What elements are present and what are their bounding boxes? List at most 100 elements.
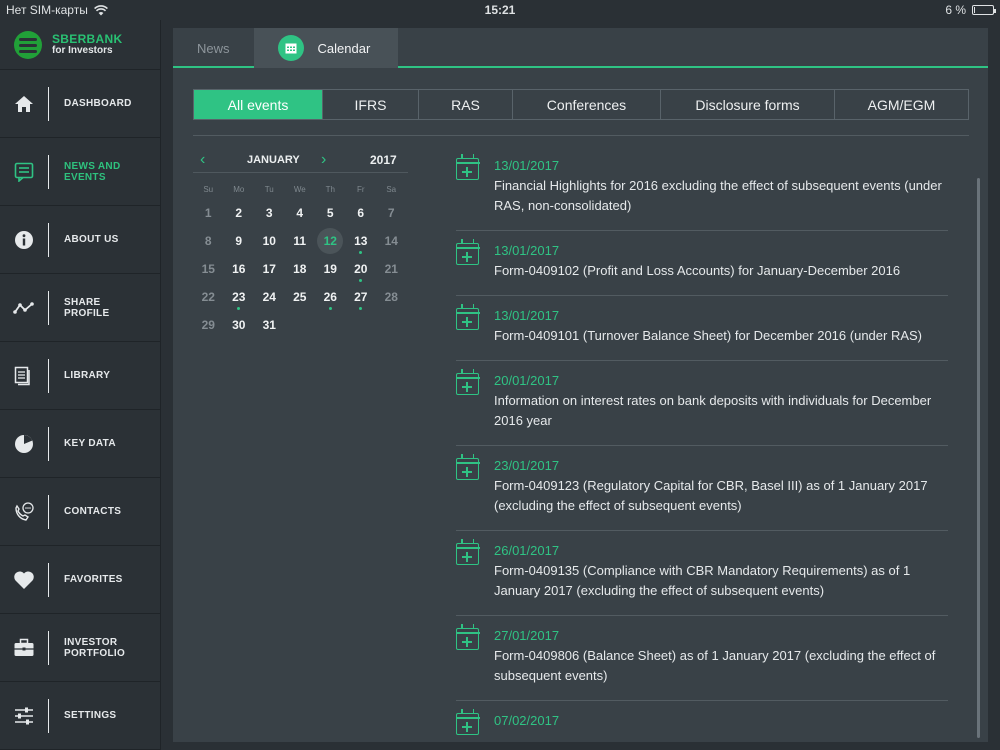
event-item[interactable]: 27/01/2017 Form-0409806 (Balance Sheet) a…	[456, 616, 948, 701]
calendar-add-icon	[456, 369, 480, 395]
calendar-day-number: 28	[384, 290, 398, 304]
pie-chart-icon	[15, 434, 33, 453]
sidebar-item-investor-portfolio[interactable]: INVESTOR PORTFOLIO	[0, 614, 160, 682]
sidebar-item-library[interactable]: LIBRARY	[0, 342, 160, 410]
calendar-day[interactable]: 23	[224, 283, 255, 311]
calendar-day-number: 22	[201, 290, 215, 304]
calendar-day[interactable]: 6	[346, 199, 377, 227]
event-item[interactable]: 26/01/2017 Form-0409135 (Compliance with …	[456, 531, 948, 616]
filter-all-events[interactable]: All events	[194, 90, 323, 119]
calendar-day[interactable]: 16	[224, 255, 255, 283]
calendar-day-number: 24	[262, 290, 276, 304]
calendar-day[interactable]: 21	[376, 255, 407, 283]
calendar-day[interactable]: 1	[193, 199, 224, 227]
sidebar-item-label: SHARE PROFILE	[64, 296, 110, 319]
calendar-day[interactable]: 18	[285, 255, 316, 283]
sidebar-item-about-us[interactable]: ABOUT US	[0, 206, 160, 274]
event-item[interactable]: 23/01/2017 Form-0409123 (Regulatory Capit…	[456, 446, 948, 531]
calendar-day-number: 29	[201, 318, 215, 332]
calendar-add-icon	[456, 624, 480, 650]
tab-calendar[interactable]: Calendar	[253, 28, 399, 68]
calendar-day[interactable]: 12	[315, 227, 346, 255]
calendar-day[interactable]: 15	[193, 255, 224, 283]
calendar-day-number: 6	[357, 206, 365, 220]
calendar-day[interactable]: 7	[376, 199, 407, 227]
calendar-day[interactable]: 26	[315, 283, 346, 311]
sidebar-item-share-profile[interactable]: SHARE PROFILE	[0, 274, 160, 342]
filter-label: AGM/EGM	[867, 96, 936, 113]
mini-calendar: ‹ JANUARY › 2017 Su Mo Tu We Th Fr Sa 1 2 3 4 5 6 7 8 9…	[193, 151, 408, 339]
event-date: 13/01/2017	[494, 243, 560, 258]
calendar-day[interactable]: 11	[285, 227, 316, 255]
calendar-day-number: 17	[262, 262, 276, 276]
top-tabs: News Calendar	[173, 28, 988, 68]
sidebar-item-contacts[interactable]: CONTACTS	[0, 478, 160, 546]
calendar-add-icon	[456, 539, 480, 565]
calendar-day[interactable]: 20	[346, 255, 377, 283]
sidebar-item-label: KEY DATA	[64, 438, 116, 449]
weekday-label: Th	[325, 185, 335, 194]
calendar-day[interactable]: 25	[285, 283, 316, 311]
main-panel: News Calendar All events IFRS RAS Confer…	[173, 28, 988, 742]
filter-label: Conferences	[546, 96, 627, 113]
calendar-day[interactable]: 2	[224, 199, 255, 227]
calendar-day[interactable]: 8	[193, 227, 224, 255]
filter-disclosure-forms[interactable]: Disclosure forms	[661, 90, 835, 119]
events-scrollbar[interactable]	[977, 148, 980, 742]
event-item[interactable]: 13/01/2017 Financial Highlights for 2016 …	[456, 146, 948, 231]
event-title: Financial Highlights for 2016 excluding …	[494, 178, 942, 213]
chart-line-icon	[13, 301, 34, 314]
event-title: Information on interest rates on bank de…	[494, 393, 932, 428]
calendar-day[interactable]: 30	[224, 311, 255, 339]
calendar-day[interactable]: 27	[346, 283, 377, 311]
event-item[interactable]: 13/01/2017 Form-0409101 (Turnover Balance…	[456, 296, 948, 361]
calendar-day[interactable]: 4	[285, 199, 316, 227]
sidebar-item-settings[interactable]: SETTINGS	[0, 682, 160, 750]
wifi-icon	[93, 4, 108, 15]
calendar-day-number: 5	[326, 206, 334, 220]
calendar-day[interactable]: 13	[346, 227, 377, 255]
calendar-day[interactable]: 31	[254, 311, 285, 339]
filter-conferences[interactable]: Conferences	[513, 90, 661, 119]
calendar-day[interactable]: 14	[376, 227, 407, 255]
sidebar-item-news-and-events[interactable]: NEWS AND EVENTS	[0, 138, 160, 206]
event-item[interactable]: 07/02/2017	[456, 701, 948, 742]
brand-text: SBERBANK for Investors	[52, 33, 122, 56]
calendar-day[interactable]: 3	[254, 199, 285, 227]
calendar-day[interactable]: 29	[193, 311, 224, 339]
sidebar-item-label: LIBRARY	[64, 370, 111, 381]
calendar-day[interactable]: 28	[376, 283, 407, 311]
event-date: 07/02/2017	[494, 713, 560, 728]
event-item[interactable]: 13/01/2017 Form-0409102 (Profit and Loss …	[456, 231, 948, 296]
calendar-day-number: 31	[262, 318, 276, 332]
calendar-header: ‹ JANUARY › 2017	[193, 151, 408, 173]
filter-ifrs[interactable]: IFRS	[323, 90, 419, 119]
home-icon	[15, 95, 33, 112]
calendar-day-number: 30	[232, 318, 246, 332]
chevron-right-icon[interactable]: ›	[321, 151, 326, 169]
sidebar-item-label: CONTACTS	[64, 506, 122, 517]
calendar-day[interactable]: 5	[315, 199, 346, 227]
filter-agm-egm[interactable]: AGM/EGM	[835, 90, 968, 119]
calendar-day[interactable]: 9	[224, 227, 255, 255]
event-item[interactable]: 20/01/2017 Information on interest rates …	[456, 361, 948, 446]
chevron-left-icon[interactable]: ‹	[200, 151, 205, 169]
tab-news[interactable]: News	[173, 28, 254, 68]
calendar-day[interactable]: 10	[254, 227, 285, 255]
calendar-day[interactable]: 19	[315, 255, 346, 283]
sidebar-item-key-data[interactable]: KEY DATA	[0, 410, 160, 478]
sidebar-item-label: FAVORITES	[64, 574, 123, 585]
calendar-day[interactable]: 24	[254, 283, 285, 311]
calendar-day-number: 3	[265, 206, 273, 220]
calendar-day[interactable]: 17	[254, 255, 285, 283]
status-left: Нет SIM-карты	[6, 3, 108, 17]
weekday-label: Mo	[233, 185, 245, 194]
filter-ras[interactable]: RAS	[419, 90, 513, 119]
sidebar-item-dashboard[interactable]: DASHBOARD	[0, 70, 160, 138]
sidebar-item-favorites[interactable]: FAVORITES	[0, 546, 160, 614]
calendar-day-number: 18	[293, 262, 307, 276]
calendar-day-number: 23	[232, 290, 246, 304]
calendar-day[interactable]: 22	[193, 283, 224, 311]
brand[interactable]: SBERBANK for Investors	[0, 20, 160, 70]
calendar-year[interactable]: 2017	[370, 153, 397, 167]
